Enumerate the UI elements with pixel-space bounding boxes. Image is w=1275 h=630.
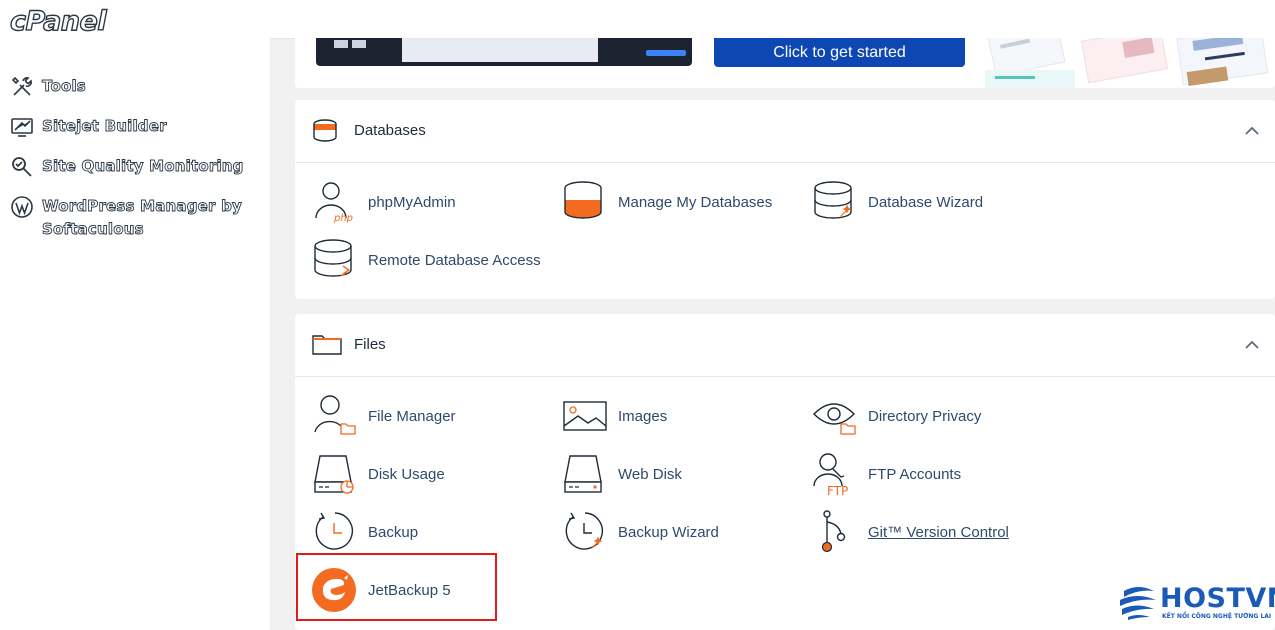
tool-git-version-control[interactable]: Git™ Version Control [813, 510, 1009, 554]
remote-database-icon [314, 239, 352, 277]
promo-screenshot-pane [402, 38, 598, 62]
manage-databases-icon [564, 181, 602, 219]
directory-privacy-icon [813, 403, 856, 435]
tool-backup-wizard[interactable]: Backup Wizard [563, 510, 719, 554]
tool-disk-usage[interactable]: Disk Usage [313, 452, 445, 496]
chevron-up-icon[interactable] [1245, 340, 1259, 349]
promo-thumb-b [352, 40, 366, 48]
tool-label: Backup Wizard [618, 523, 719, 541]
chevron-up-icon[interactable] [1245, 126, 1259, 135]
sidebar-item-wordpress[interactable]: WordPress Manager by Softaculous [10, 195, 242, 241]
tool-images[interactable]: Images [563, 394, 667, 438]
tool-label: Git™ Version Control [868, 523, 1009, 541]
promo-banner: Click to get started [295, 38, 1275, 88]
get-started-button[interactable]: Click to get started [714, 38, 965, 67]
tool-database-wizard[interactable]: Database Wizard [813, 180, 983, 224]
tool-label: Manage My Databases [618, 193, 773, 211]
sidebar-item-label: Sitejet Builder [42, 117, 167, 136]
images-icon [563, 401, 607, 431]
web-disk-icon [564, 455, 602, 493]
disk-usage-icon [314, 455, 354, 494]
tool-label: Web Disk [618, 465, 682, 483]
sidebar-item-label: WordPress Manager by [42, 197, 243, 216]
tool-label: Database Wizard [868, 193, 984, 211]
folder-icon [312, 335, 342, 355]
hostvn-logo-icon [1120, 587, 1156, 620]
backup-wizard-icon [565, 512, 604, 550]
database-wizard-icon [814, 181, 852, 219]
tool-label: phpMyAdmin [368, 193, 456, 211]
tool-ftp-accounts[interactable]: FTP FTP Accounts [813, 452, 961, 496]
tool-label: FTP Accounts [868, 465, 962, 483]
sitejet-icon [11, 118, 33, 137]
tool-label: Backup [368, 523, 419, 541]
hostvn-watermark: HOSTVN KẾT NỐI CÔNG NGHỆ TƯƠNG LAI [1118, 583, 1275, 623]
jetbackup-highlight-box [296, 553, 497, 621]
hostvn-name: HOSTVN [1160, 583, 1275, 614]
tool-label: Remote Database Access [368, 251, 541, 269]
cpanel-logo[interactable]: cPanel [9, 5, 107, 37]
section-title: Files [354, 336, 386, 353]
section-title: Databases [354, 122, 426, 139]
wordpress-icon [11, 196, 33, 218]
site-quality-icon [12, 157, 32, 177]
tool-web-disk[interactable]: Web Disk [563, 452, 682, 496]
tool-label: Disk Usage [368, 465, 445, 483]
databases-section: Databases php phpMyAdmin Manage My Datab… [295, 100, 1275, 299]
svg-text:FTP: FTP [827, 484, 848, 496]
sidebar-item-label: Site Quality Monitoring [42, 157, 244, 176]
tool-manage-my-databases[interactable]: Manage My Databases [563, 180, 772, 224]
sidebar: cPanel Tools Sitejet Builder Site Qualit… [0, 0, 270, 630]
file-manager-icon [314, 395, 356, 435]
top-bar [270, 0, 1275, 38]
backup-icon [315, 512, 354, 550]
promo-template-thumbnails [985, 38, 1269, 88]
databases-section-header[interactable]: Databases [295, 100, 1275, 163]
databases-icon [313, 119, 337, 142]
promo-screenshot [316, 38, 692, 66]
promo-thumb-a [334, 40, 348, 48]
tool-label: Directory Privacy [868, 407, 982, 425]
tool-phpmyadmin[interactable]: php phpMyAdmin [313, 180, 456, 224]
ftp-accounts-icon: FTP [813, 453, 848, 496]
tool-label: File Manager [368, 407, 456, 425]
phpmyadmin-icon: php [315, 182, 353, 224]
sidebar-item-label: Tools [42, 77, 87, 96]
svg-text:php: php [333, 213, 353, 224]
sidebar-item-site-quality[interactable]: Site Quality Monitoring [10, 155, 244, 179]
promo-mini-button [646, 50, 686, 56]
tool-directory-privacy[interactable]: Directory Privacy [813, 394, 981, 438]
tools-icon [11, 76, 32, 96]
tool-remote-database-access[interactable]: Remote Database Access [313, 238, 541, 282]
sidebar-item-sitejet[interactable]: Sitejet Builder [10, 115, 167, 139]
tool-label: Images [618, 407, 668, 425]
sidebar-item-label-line2: Softaculous [42, 220, 144, 239]
hostvn-tagline: KẾT NỐI CÔNG NGHỆ TƯƠNG LAI [1162, 613, 1272, 620]
files-section-header[interactable]: Files [295, 314, 1275, 377]
git-icon [821, 510, 846, 553]
tool-file-manager[interactable]: File Manager [313, 394, 456, 438]
sidebar-item-tools[interactable]: Tools [10, 75, 86, 99]
tool-backup[interactable]: Backup [313, 510, 418, 554]
